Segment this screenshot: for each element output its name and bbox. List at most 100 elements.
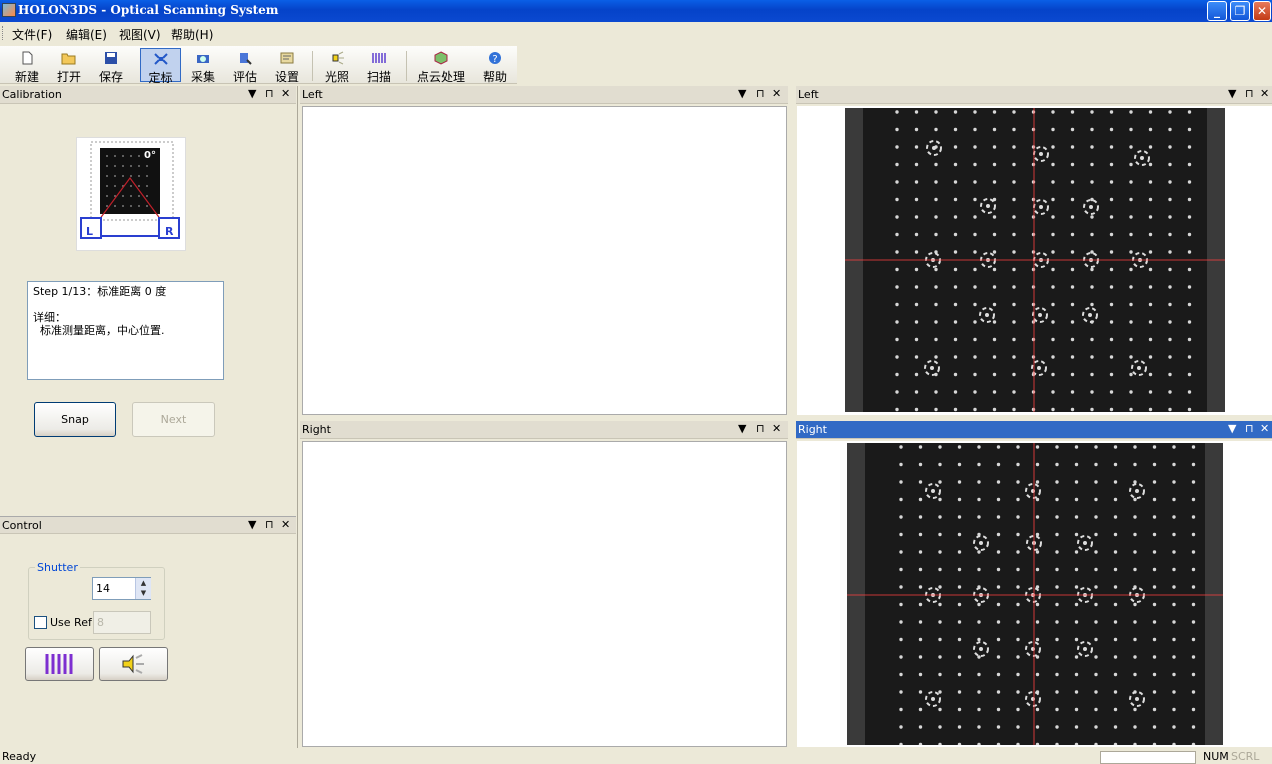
menu-help[interactable]: 帮助(H) bbox=[171, 26, 213, 43]
right-view-header: Right ▼ ⊓ ✕ bbox=[300, 421, 788, 439]
point-cloud-icon bbox=[434, 51, 448, 65]
shutter-spin-arrows[interactable]: ▲ ▼ bbox=[135, 578, 151, 599]
save-disk-icon bbox=[105, 52, 117, 64]
control-pane-header: Control ▼ ⊓ ✕ bbox=[0, 516, 296, 534]
right-camera-title: Right bbox=[798, 423, 827, 436]
status-text: Ready bbox=[2, 750, 37, 763]
control-pane-title: Control bbox=[2, 519, 42, 532]
toolbar-capture-button[interactable]: 采集 bbox=[184, 48, 222, 84]
left-camera-title: Left bbox=[798, 88, 819, 101]
pin-icon[interactable]: ⊓ bbox=[1245, 87, 1254, 100]
close-button[interactable]: ✕ bbox=[1253, 1, 1271, 21]
pin-icon[interactable]: ⊓ bbox=[756, 422, 765, 435]
toolbar-save-button[interactable]: 保存 bbox=[92, 48, 130, 84]
status-num: NUM bbox=[1203, 750, 1229, 763]
pane-close-icon[interactable]: ✕ bbox=[1260, 87, 1269, 100]
use-ref-label: Use Ref bbox=[50, 616, 92, 629]
right-camera-image bbox=[847, 443, 1223, 745]
menu-file[interactable]: 文件(F) bbox=[12, 26, 52, 43]
toolbar-scan-button[interactable]: 扫描 bbox=[360, 48, 398, 84]
right-empty-view bbox=[302, 441, 787, 747]
calibration-angle-label: 0° bbox=[144, 150, 156, 161]
right-camera-label: R bbox=[165, 225, 174, 238]
minimize-button[interactable]: _ bbox=[1207, 1, 1227, 21]
calibration-diagram-graphic: 0° L R bbox=[80, 141, 180, 239]
toolbar-point-cloud-label: 点云处理 bbox=[416, 70, 465, 84]
left-view-header: Left ▼ ⊓ ✕ bbox=[300, 86, 788, 104]
pane-close-icon[interactable]: ✕ bbox=[772, 87, 781, 100]
toolbar-separator bbox=[312, 51, 313, 81]
calibration-board-image bbox=[847, 443, 1223, 745]
toolbar-open-button[interactable]: 打开 bbox=[50, 48, 88, 84]
splitter[interactable] bbox=[297, 86, 298, 748]
settings-icon bbox=[280, 52, 294, 64]
pane-close-icon[interactable]: ✕ bbox=[772, 422, 781, 435]
detail-label: 详细： bbox=[33, 311, 66, 324]
step-info-box: Step 1/13：标准距离 0 度 详细： 标准测量距离，中心位置. bbox=[27, 281, 224, 380]
pane-menu-icon[interactable]: ▼ bbox=[738, 422, 746, 435]
calibration-pane-title: Calibration bbox=[2, 88, 62, 101]
toolbar-new-button[interactable]: 新建 bbox=[8, 48, 46, 84]
toolbar-point-cloud-button[interactable]: 点云处理 bbox=[412, 48, 470, 84]
left-camera-label: L bbox=[86, 225, 93, 238]
shutter-group-label: Shutter bbox=[35, 561, 80, 574]
pane-menu-icon[interactable]: ▼ bbox=[248, 87, 256, 100]
pane-close-icon[interactable]: ✕ bbox=[281, 87, 290, 100]
next-button[interactable]: Next bbox=[132, 402, 215, 437]
ref-spinbox[interactable]: 8 bbox=[93, 611, 151, 634]
ref-value: 8 bbox=[97, 616, 104, 629]
toolbar-calibrate-button[interactable]: 定标 bbox=[140, 48, 181, 85]
use-ref-checkbox[interactable] bbox=[34, 616, 47, 629]
left-camera-view bbox=[797, 106, 1272, 415]
toolbar-settings-button[interactable]: 设置 bbox=[268, 48, 306, 84]
toolbar-evaluate-button[interactable]: 评估 bbox=[226, 48, 264, 84]
left-view-title: Left bbox=[302, 88, 323, 101]
restore-button[interactable]: ❐ bbox=[1230, 1, 1250, 21]
status-bar: Ready NUM SCRL bbox=[0, 749, 1272, 764]
toolbar-separator bbox=[406, 51, 407, 81]
pane-menu-icon[interactable]: ▼ bbox=[1228, 87, 1236, 100]
calibration-diagram: 0° L R bbox=[76, 137, 186, 251]
pin-icon[interactable]: ⊓ bbox=[1245, 422, 1254, 435]
left-empty-view bbox=[302, 106, 787, 415]
pin-icon[interactable]: ⊓ bbox=[265, 518, 274, 531]
snap-button[interactable]: Snap bbox=[34, 402, 116, 437]
left-camera-header: Left ▼ ⊓ ✕ bbox=[796, 86, 1272, 104]
pane-menu-icon[interactable]: ▼ bbox=[738, 87, 746, 100]
stripe-pattern-icon bbox=[45, 654, 72, 674]
left-camera-image bbox=[845, 108, 1225, 412]
toolbar-evaluate-label: 评估 bbox=[232, 70, 257, 84]
calibration-board-image bbox=[845, 108, 1225, 412]
pane-menu-icon[interactable]: ▼ bbox=[1228, 422, 1236, 435]
calibrate-icon bbox=[153, 53, 168, 65]
scan-icon bbox=[372, 53, 386, 63]
status-panel bbox=[1100, 751, 1196, 764]
window-title: HOLON3DS - Optical Scanning System bbox=[18, 3, 279, 17]
light-icon bbox=[332, 51, 344, 65]
calibration-pane-header: Calibration ▼ ⊓ ✕ bbox=[0, 86, 296, 104]
pin-icon[interactable]: ⊓ bbox=[756, 87, 765, 100]
pane-close-icon[interactable]: ✕ bbox=[1260, 422, 1269, 435]
new-file-icon bbox=[22, 51, 33, 65]
evaluate-icon bbox=[240, 53, 252, 65]
menu-view[interactable]: 视图(V) bbox=[119, 26, 161, 43]
toolbar-light-button[interactable]: 光照 bbox=[318, 48, 356, 84]
capture-icon bbox=[197, 55, 209, 63]
toolbar-help-button[interactable]: ? 帮助 bbox=[476, 48, 514, 84]
pane-menu-icon[interactable]: ▼ bbox=[248, 518, 256, 531]
toolbar-calibrate-label: 定标 bbox=[148, 71, 173, 85]
projector-light-icon bbox=[122, 654, 144, 674]
menu-edit[interactable]: 编辑(E) bbox=[66, 26, 107, 43]
main-window: HOLON3DS - Optical Scanning System _ ❐ ✕… bbox=[0, 0, 1272, 764]
pane-close-icon[interactable]: ✕ bbox=[281, 518, 290, 531]
shutter-value: 14 bbox=[96, 582, 110, 595]
light-button[interactable] bbox=[99, 647, 168, 681]
menu-bar: 文件(F) 编辑(E) 视图(V) 帮助(H) bbox=[0, 23, 1272, 43]
toolbar-new-label: 新建 bbox=[14, 70, 39, 84]
toolbar-scan-label: 扫描 bbox=[366, 70, 391, 84]
scan-stripe-button[interactable] bbox=[25, 647, 94, 681]
right-camera-view bbox=[797, 441, 1272, 747]
pin-icon[interactable]: ⊓ bbox=[265, 87, 274, 100]
toolbar-save-label: 保存 bbox=[98, 70, 123, 84]
title-bar: HOLON3DS - Optical Scanning System _ ❐ ✕ bbox=[0, 0, 1272, 22]
